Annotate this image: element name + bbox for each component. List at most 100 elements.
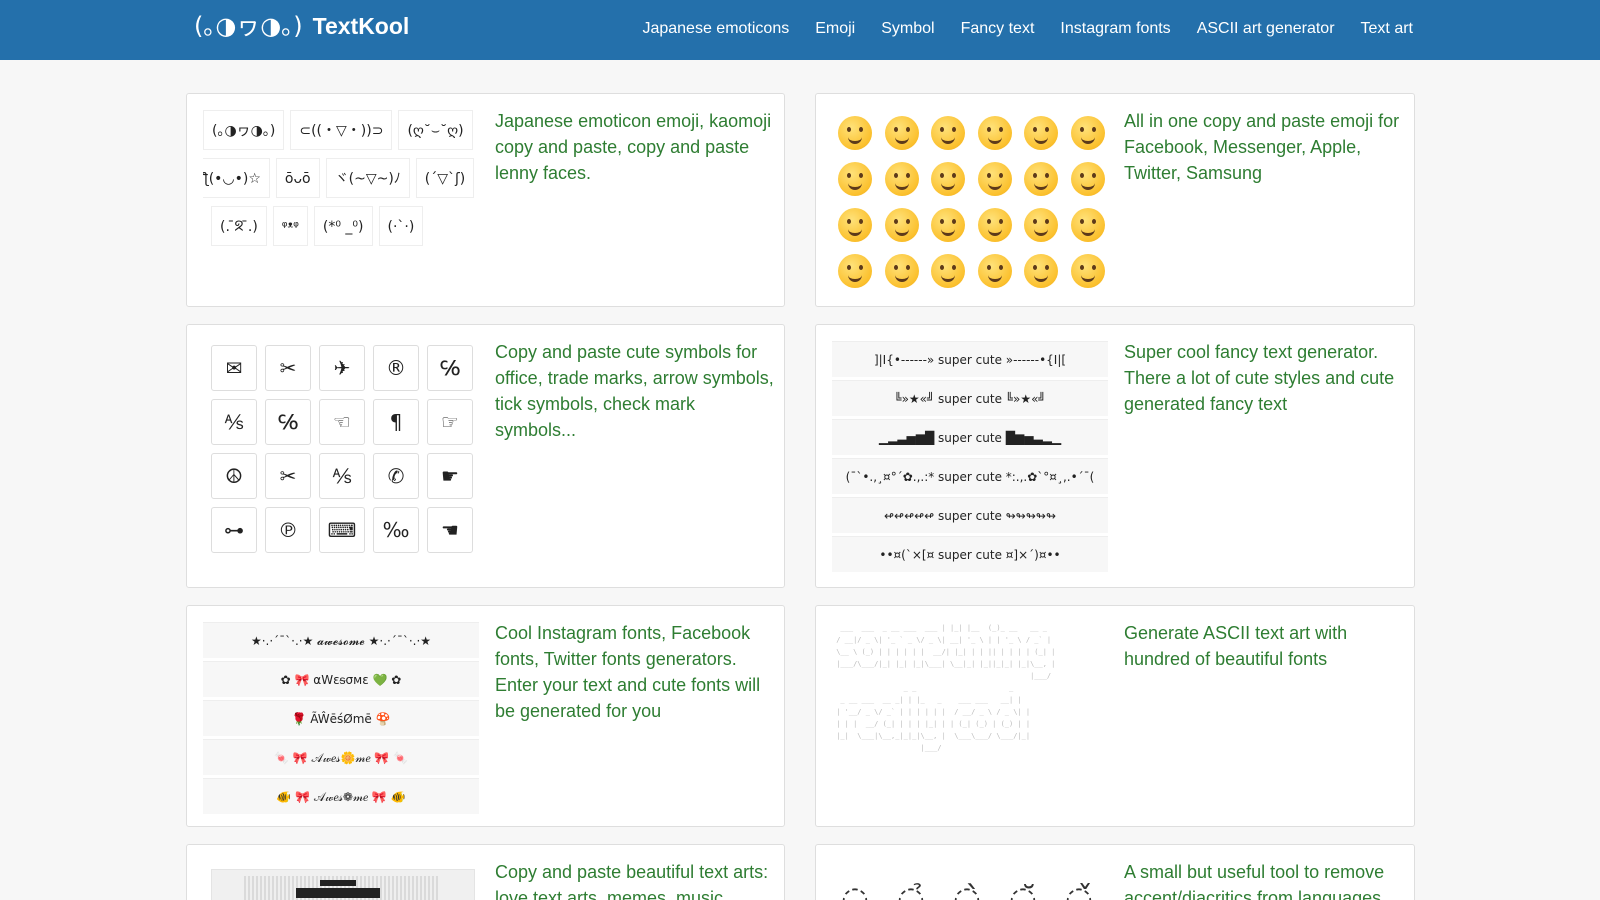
diacritic-glyph: ◌̀: [953, 879, 981, 900]
emoji-face-icon: [1024, 162, 1059, 196]
kaomoji-item: ⊂((・▽・))⊃: [290, 110, 393, 150]
fancy-text-preview: ]|I{•------» super cute »------•{I|[ ╚»★…: [832, 341, 1108, 575]
kaomoji-item: (｡◑ヮ◑｡): [203, 110, 285, 150]
brand-name: TextKool: [312, 13, 410, 39]
diacritic-glyph: ◌̉: [897, 879, 925, 900]
emoji-face-icon: [1024, 208, 1059, 242]
symbol-card-link[interactable]: ✉ ✂ ✈ ® ℅ ⅍ ℅ ☜ ¶ ☞ ☮ ✂ ⅍ ✆ ☛ ⊶ ℗ ⌨ ‰ ☚ Copy and paste cute…: [187, 325, 784, 587]
emoji-face-icon: [1070, 162, 1105, 196]
diacritic-glyph: ◌: [841, 879, 869, 900]
nav-text-art[interactable]: Text art: [1361, 18, 1413, 40]
nav-ascii-art-generator[interactable]: ASCII art generator: [1197, 18, 1335, 40]
card-kaomoji: (｡◑ヮ◑｡) ⊂((・▽・))⊃ (ღ˘⌣˘ღ) ƪ(•◡•)☆ ōᴗō ヾ(…: [186, 93, 785, 307]
kaomoji-item: (. ̄ᘝ ̄.): [211, 206, 267, 246]
fancy-text-row: ↫↫↫↫↫ super cute ↬↬↬↬↬: [832, 497, 1108, 533]
symbol-tile: ⅍: [319, 453, 365, 499]
symbol-tile: ⅍: [211, 399, 257, 445]
emoji-face-icon: [1070, 208, 1105, 242]
kaomoji-preview: (｡◑ヮ◑｡) ⊂((・▽・))⊃ (ღ˘⌣˘ღ) ƪ(•◡•)☆ ōᴗō ヾ(…: [203, 110, 479, 270]
fancy-text-row: ╚»★«╝ super cute ╚»★«╝: [832, 380, 1108, 416]
main-nav: Japanese emoticons Emoji Symbol Fancy te…: [642, 18, 1413, 40]
text-art-block: [296, 888, 380, 898]
kaomoji-item: ヾ(~▽~)ﾉ: [325, 158, 410, 198]
card-diacritics: ◌ ◌̉ ◌̀ ◌̆ ◌̌ A small but useful tool to…: [815, 844, 1415, 900]
diacritics-card-link[interactable]: ◌ ◌̉ ◌̀ ◌̆ ◌̌ A small but useful tool to…: [816, 845, 1414, 900]
symbol-tile: ✉: [211, 345, 257, 391]
emoji-face-icon: [838, 162, 872, 196]
kaomoji-item: ƪ(•◡•)☆: [203, 158, 270, 198]
nav-japanese-emoticons[interactable]: Japanese emoticons: [642, 18, 789, 40]
symbol-description: Copy and paste cute symbols for office, …: [495, 342, 774, 440]
symbol-tile: ☜: [319, 399, 365, 445]
text-art-card-link[interactable]: Copy and paste beautiful text arts: love…: [187, 845, 784, 900]
ascii-art-description: Generate ASCII text art with hundred of …: [1124, 623, 1348, 669]
kaomoji-description: Japanese emoticon emoji, kaomoji copy an…: [495, 111, 772, 183]
emoji-description: All in one copy and paste emoji for Face…: [1124, 111, 1400, 183]
kaomoji-item: (*⁰ _⁰): [313, 206, 373, 246]
nav-emoji[interactable]: Emoji: [815, 18, 855, 40]
emoji-face-icon: [1024, 116, 1059, 150]
kaomoji-item: (´▽`ʃ): [415, 158, 475, 198]
card-symbol: ✉ ✂ ✈ ® ℅ ⅍ ℅ ☜ ¶ ☞ ☮ ✂ ⅍ ✆ ☛ ⊶ ℗ ⌨ ‰ ☚ Copy and paste cute…: [186, 324, 785, 588]
emoji-face-icon: [977, 116, 1012, 150]
emoji-preview: [832, 110, 1108, 300]
card-emoji: All in one copy and paste emoji for Face…: [815, 93, 1415, 307]
instagram-fonts-description: Cool Instagram fonts, Facebook fonts, Tw…: [495, 623, 761, 721]
emoji-face-icon: [838, 254, 872, 288]
card-fancy-text: ]|I{•------» super cute »------•{I|[ ╚»★…: [815, 324, 1415, 588]
emoji-face-icon: [884, 116, 919, 150]
symbol-tile: ¶: [373, 399, 419, 445]
nav-fancy-text[interactable]: Fancy text: [961, 18, 1035, 40]
kaomoji-item: ōᴗō: [275, 158, 320, 198]
nav-instagram-fonts[interactable]: Instagram fonts: [1060, 18, 1170, 40]
diacritics-preview: ◌ ◌̉ ◌̀ ◌̆ ◌̌: [832, 861, 1108, 900]
emoji-face-icon: [977, 254, 1012, 288]
fancy-text-row: ••¤(`×[¤ super cute ¤]×´)¤••: [832, 536, 1108, 572]
emoji-face-icon: [884, 162, 919, 196]
symbol-tile: ‰: [373, 507, 419, 553]
emoji-face-icon: [931, 208, 966, 242]
text-art-block: [320, 880, 356, 886]
emoji-face-icon: [1070, 116, 1105, 150]
emoji-face-icon: [884, 208, 919, 242]
text-art-description: Copy and paste beautiful text arts: love…: [495, 862, 769, 900]
brand-face: (｡◑ヮ◑｡): [194, 12, 303, 40]
diacritic-glyphs: ◌ ◌̉ ◌̀ ◌̆ ◌̌: [832, 861, 1108, 900]
symbol-tile: ℅: [427, 345, 473, 391]
instagram-font-row: 🐠 🎀 𝒜𝓌𝑒𝓈❁𝓂𝑒 🎀 🐠: [203, 778, 479, 814]
card-text-art: Copy and paste beautiful text arts: love…: [186, 844, 785, 900]
kaomoji-item: ᵠᵜᵠ: [272, 206, 308, 246]
ascii-art-sample: ___ ___ _ __ ___ ___ | |_| |__ (_)_ __ _…: [836, 624, 1056, 752]
nav-symbol[interactable]: Symbol: [881, 18, 934, 40]
ascii-art-card-link[interactable]: ___ ___ _ __ ___ ___ | |_| |__ (_)_ __ _…: [816, 606, 1414, 826]
emoji-face-icon: [838, 116, 872, 150]
symbol-tile: ®: [373, 345, 419, 391]
emoji-face-icon: [1024, 254, 1059, 288]
kaomoji-row: (. ̄ᘝ ̄.) ᵠᵜᵠ (*⁰ _⁰) (·ˋ·): [211, 206, 479, 246]
diacritic-glyph: ◌̆: [1009, 879, 1037, 900]
symbol-tile: ☚: [427, 507, 473, 553]
symbol-preview: ✉ ✂ ✈ ® ℅ ⅍ ℅ ☜ ¶ ☞ ☮ ✂ ⅍ ✆ ☛ ⊶ ℗ ⌨ ‰ ☚: [203, 341, 479, 571]
symbol-tile: ✈: [319, 345, 365, 391]
instagram-font-row: ★·.·´¯`·.·★ 𝓪𝔀𝓮𝓼𝓸𝓶𝓮 ★·.·´¯`·.·★: [203, 622, 479, 658]
emoji-card-link[interactable]: All in one copy and paste emoji for Face…: [816, 94, 1414, 306]
fancy-text-row: (¯`•.,¸¤°´✿.,.:* super cute *:.,.✿`°¤¸,.…: [832, 458, 1108, 494]
fancy-text-card-link[interactable]: ]|I{•------» super cute »------•{I|[ ╚»★…: [816, 325, 1414, 587]
symbol-grid: ✉ ✂ ✈ ® ℅ ⅍ ℅ ☜ ¶ ☞ ☮ ✂ ⅍ ✆ ☛ ⊶ ℗ ⌨ ‰ ☚: [203, 341, 479, 553]
emoji-face-icon: [931, 254, 966, 288]
card-ascii-art: ___ ___ _ __ ___ ___ | |_| |__ (_)_ __ _…: [815, 605, 1415, 827]
symbol-tile: ☮: [211, 453, 257, 499]
symbol-tile: ☞: [427, 399, 473, 445]
brand-logo[interactable]: (｡◑ヮ◑｡) TextKool: [194, 11, 409, 41]
instagram-fonts-card-link[interactable]: ★·.·´¯`·.·★ 𝓪𝔀𝓮𝓼𝓸𝓶𝓮 ★·.·´¯`·.·★ ✿ 🎀 αWεᵴ…: [187, 606, 784, 826]
kaomoji-row: (｡◑ヮ◑｡) ⊂((・▽・))⊃ (ღ˘⌣˘ღ): [203, 110, 479, 150]
kaomoji-card-link[interactable]: (｡◑ヮ◑｡) ⊂((・▽・))⊃ (ღ˘⌣˘ღ) ƪ(•◡•)☆ ōᴗō ヾ(…: [187, 94, 784, 306]
text-art-preview: [211, 869, 475, 900]
symbol-tile: ✂: [265, 345, 311, 391]
kaomoji-item: (ღ˘⌣˘ღ): [398, 110, 473, 150]
emoji-face-icon: [977, 162, 1012, 196]
emoji-face-icon: [884, 254, 919, 288]
symbol-tile: ℗: [265, 507, 311, 553]
instagram-font-row: 🍬 🎀 𝒜𝓌𝑒𝓈🌼𝓂𝑒 🎀 🍬: [203, 739, 479, 775]
symbol-tile: ✂: [265, 453, 311, 499]
